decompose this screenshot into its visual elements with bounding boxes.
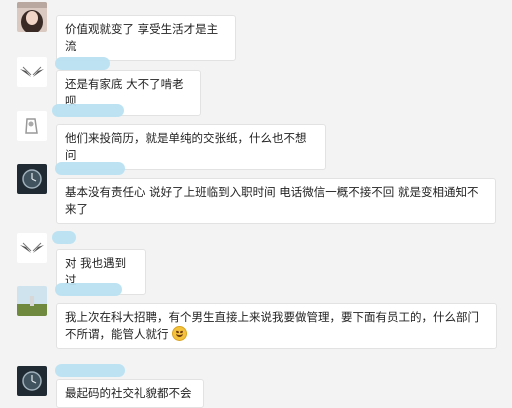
message-bubble[interactable]: 基本没有责任心 说好了上班临到入职时间 电话微信一概不接不回 就是变相通知不来了	[56, 178, 496, 224]
avatar[interactable]	[17, 2, 47, 32]
watch-avatar-icon	[17, 366, 47, 396]
message-text: 最起码的社交礼貌都不会	[65, 386, 192, 400]
avatar[interactable]	[17, 164, 47, 194]
message-text: 基本没有责任心 说好了上班临到入职时间 电话微信一概不接不回 就是变相通知不来了	[65, 185, 479, 216]
wings-logo-avatar-icon	[17, 57, 47, 87]
avatar[interactable]	[17, 233, 47, 263]
sender-name-blur	[55, 364, 125, 377]
message-bubble[interactable]: 我上次在科大招聘，有个男生直接上来说我要做管理，要下面有员工的，什么部门不所谓，…	[56, 303, 497, 349]
sender-name-blur	[55, 57, 110, 70]
watch-avatar-icon	[17, 164, 47, 194]
avatar[interactable]	[17, 111, 47, 141]
message-bubble[interactable]: 价值观就变了 享受生活才是主流	[56, 15, 236, 61]
landscape-avatar-icon	[17, 286, 47, 316]
avatar[interactable]	[17, 57, 47, 87]
photo-girl-avatar-icon	[17, 2, 47, 32]
sender-name-blur	[52, 104, 124, 117]
message-text: 我上次在科大招聘，有个男生直接上来说我要做管理，要下面有员工的，什么部门不所谓，…	[65, 310, 479, 341]
grin-emoji-icon	[171, 326, 187, 341]
message-text: 价值观就变了 享受生活才是主流	[65, 22, 219, 53]
message-text: 他们来投简历，就是单纯的交张纸，什么也不想问	[65, 131, 307, 162]
sender-name-blur	[52, 231, 76, 244]
sketch-avatar-icon	[17, 111, 47, 141]
wings-logo-avatar-icon	[17, 233, 47, 263]
sender-name-blur	[55, 162, 125, 175]
avatar[interactable]	[17, 286, 47, 316]
sender-name-blur	[55, 283, 122, 296]
avatar[interactable]	[17, 366, 47, 396]
